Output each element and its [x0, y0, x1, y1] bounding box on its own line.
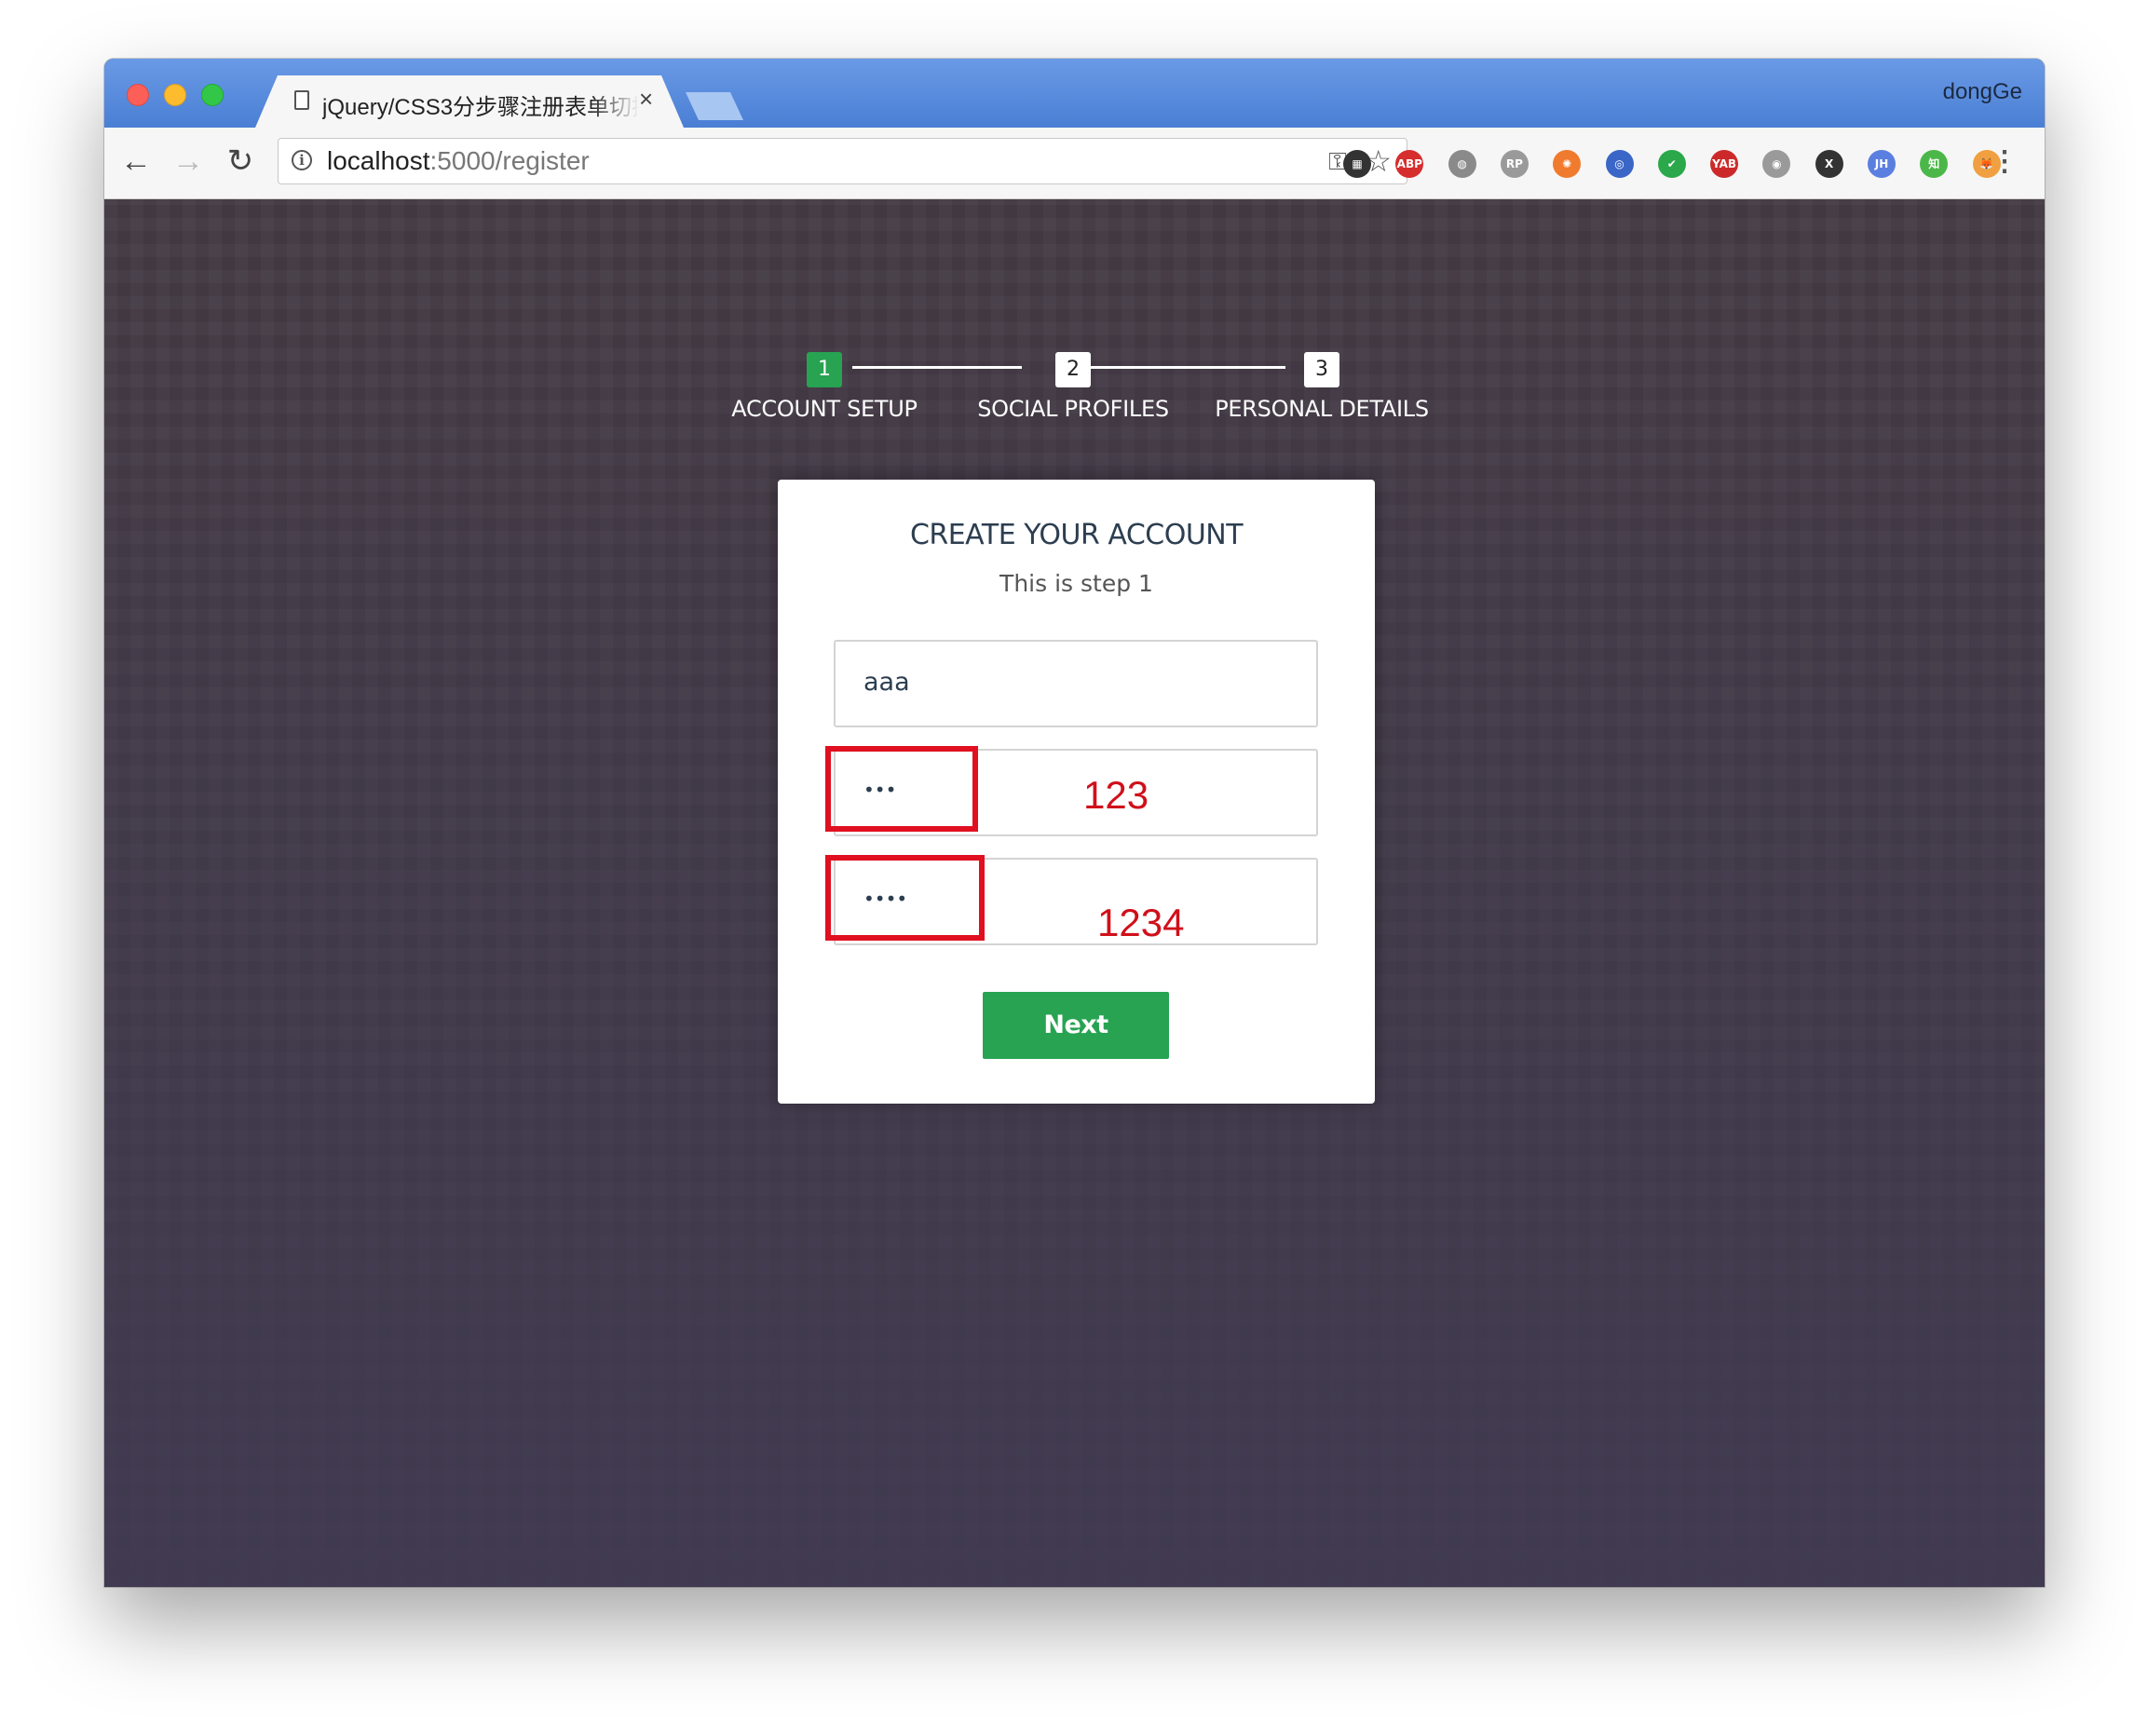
page-content: 1 2 3 ACCOUNT SETUP SOCIAL PROFILES PERS…	[104, 199, 2045, 1587]
tab-close-icon[interactable]: ×	[639, 85, 653, 114]
menu-dots-icon[interactable]: ⋮	[1991, 148, 2019, 176]
zhihu-icon[interactable]: 知	[1920, 150, 1949, 178]
url-text[interactable]: localhost:5000/register	[327, 146, 590, 176]
title-bar: jQuery/CSS3分步骤注册表单切换 × dongGe	[104, 59, 2045, 128]
reload-icon[interactable]: ↻	[222, 142, 259, 180]
annotation-text-confirm: 1234	[1097, 901, 1185, 944]
browser-tab[interactable]: jQuery/CSS3分步骤注册表单切换 ×	[255, 75, 684, 128]
new-tab-button[interactable]	[686, 92, 743, 120]
profile-name[interactable]: dongGe	[1943, 79, 2022, 105]
step-3-number: 3	[1304, 352, 1339, 387]
address-bar[interactable]: i localhost:5000/register ⚿ ☆	[278, 138, 1407, 184]
url-path: :5000/register	[429, 146, 590, 175]
jh-icon[interactable]: JH	[1868, 150, 1896, 178]
next-button[interactable]: Next	[983, 992, 1169, 1059]
shield-check-icon[interactable]: ✔	[1657, 150, 1686, 178]
forward-arrow-icon[interactable]: →	[170, 142, 207, 180]
yab-icon[interactable]: YAB	[1710, 150, 1739, 178]
site-info-icon[interactable]: i	[292, 150, 312, 170]
maximize-window-button[interactable]	[201, 84, 224, 106]
close-window-button[interactable]	[127, 84, 149, 106]
back-arrow-icon[interactable]: ←	[117, 142, 155, 180]
adblock-plus-icon[interactable]: ABP	[1395, 150, 1424, 178]
lifebuoy-icon[interactable]: ✺	[1553, 150, 1582, 178]
step-2-number: 2	[1055, 352, 1091, 387]
page-icon	[294, 90, 309, 110]
globe-icon[interactable]: ◍	[1448, 150, 1476, 178]
browser-window: jQuery/CSS3分步骤注册表单切换 × dongGe ← → ↻ i lo…	[104, 59, 2045, 1587]
qr-code-icon[interactable]: ▦	[1343, 150, 1371, 178]
email-field[interactable]: aaa	[834, 640, 1318, 727]
tab-title: jQuery/CSS3分步骤注册表单切换	[322, 95, 639, 120]
search-translate-icon[interactable]: ◎	[1605, 150, 1634, 178]
annotation-text-password: 123	[1083, 773, 1149, 817]
annotation-box-confirm	[825, 855, 985, 941]
registration-card: CREATE YOUR ACCOUNT This is step 1 aaa •…	[778, 480, 1375, 1104]
url-host: localhost	[327, 146, 430, 175]
email-field-value: aaa	[863, 668, 910, 697]
step-2-label: SOCIAL PROFILES	[977, 396, 1169, 422]
form-subtitle: This is step 1	[999, 570, 1153, 597]
form-title: CREATE YOUR ACCOUNT	[909, 519, 1244, 551]
rp-icon[interactable]: RP	[1500, 150, 1529, 178]
progress-connector-1	[852, 366, 1022, 369]
grey-globe-icon[interactable]: ◉	[1762, 150, 1791, 178]
annotation-box-password	[825, 746, 978, 832]
step-1-label: ACCOUNT SETUP	[731, 396, 918, 422]
progress-connector-2	[1057, 366, 1285, 369]
x-icon[interactable]: X	[1815, 150, 1843, 178]
step-3-label: PERSONAL DETAILS	[1215, 396, 1429, 422]
step-1-number: 1	[807, 352, 842, 387]
browser-toolbar: ← → ↻ i localhost:5000/register ⚿ ☆ ▦ ABP…	[104, 128, 2045, 199]
minimize-window-button[interactable]	[164, 84, 186, 106]
